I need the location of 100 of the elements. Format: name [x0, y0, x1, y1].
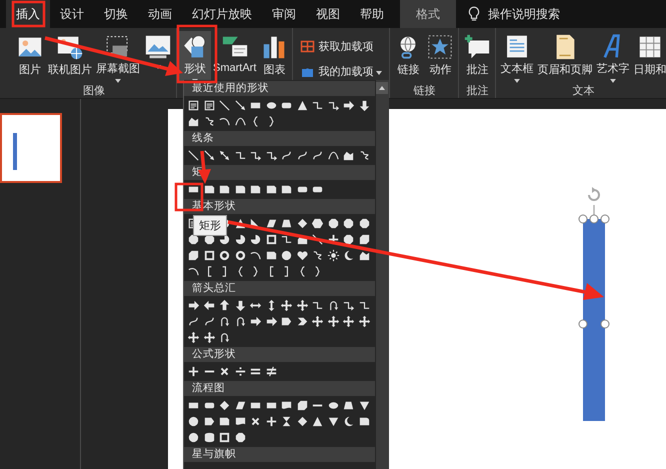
scribble-icon[interactable] [311, 248, 324, 262]
circle-icon[interactable] [187, 414, 200, 428]
wordart-button[interactable]: 艺术字 [594, 31, 632, 83]
triangle-icon[interactable] [311, 414, 324, 428]
plus-icon[interactable] [187, 364, 200, 378]
search-button[interactable]: 操作说明搜索 [480, 0, 568, 28]
ribbon-tab[interactable]: 动画 [138, 0, 182, 28]
circle-icon[interactable] [187, 430, 200, 444]
ribbon-tab[interactable]: 幻灯片放映 [182, 0, 262, 28]
arrow-line-icon[interactable] [234, 98, 246, 112]
octagon-icon[interactable] [187, 232, 200, 246]
arrow-line-icon[interactable] [218, 148, 231, 162]
comment-button[interactable]: 批注 [461, 31, 494, 83]
plus-icon[interactable] [264, 414, 278, 428]
cube-icon[interactable] [296, 398, 308, 412]
cube-icon[interactable] [187, 248, 200, 262]
slide-thumbnail[interactable] [0, 113, 62, 183]
arrow-icon[interactable] [311, 314, 324, 328]
cylinder-icon[interactable] [202, 430, 216, 444]
cube-icon[interactable] [358, 232, 370, 246]
ribbon-tab[interactable]: 切换 [94, 0, 138, 28]
arrow-icon[interactable] [218, 298, 231, 312]
octagon-icon[interactable] [342, 232, 355, 246]
group-label: 链接 [413, 85, 436, 97]
date-time-button[interactable]: 日期和 [631, 31, 666, 83]
hexagon-icon[interactable] [311, 216, 324, 230]
arrow-icon[interactable] [296, 298, 308, 312]
arrow-icon[interactable] [358, 98, 370, 112]
link-button[interactable]: 链接 [392, 31, 424, 83]
moon-icon[interactable] [342, 414, 355, 428]
frame-icon[interactable] [202, 248, 216, 262]
arrow-line-icon[interactable] [202, 148, 216, 162]
arrow-icon[interactable] [218, 314, 231, 328]
hourglass-icon[interactable] [280, 414, 293, 428]
arrow-icon[interactable] [249, 314, 262, 328]
moon-icon[interactable] [342, 248, 355, 262]
action-button[interactable]: 动作 [424, 31, 456, 83]
diamond-icon[interactable] [296, 216, 308, 230]
section-header: 公式形状 [184, 347, 375, 362]
triangle-icon[interactable] [296, 98, 308, 112]
triangle-icon[interactable] [234, 216, 246, 230]
sun-icon[interactable] [326, 248, 340, 262]
group-label: 批注 [466, 85, 488, 97]
line-icon[interactable] [218, 98, 231, 112]
arrow-icon[interactable] [202, 330, 216, 344]
octagon-icon[interactable] [326, 216, 340, 230]
arrow-icon[interactable] [326, 314, 340, 328]
scroll-up-button[interactable] [376, 82, 388, 94]
pictures-button[interactable]: 图片 [14, 31, 46, 83]
section-header: 最近使用的形状 [184, 81, 375, 96]
frame-icon[interactable] [264, 232, 278, 246]
ring-icon[interactable] [218, 248, 231, 262]
line-icon[interactable] [311, 232, 324, 246]
diamond-icon[interactable] [296, 414, 308, 428]
highlight-box [174, 182, 204, 212]
arrow-icon[interactable] [218, 330, 231, 344]
arrow-icon[interactable] [342, 98, 355, 112]
frame-icon[interactable] [218, 430, 231, 444]
shapes-button[interactable]: 形状 [179, 31, 211, 83]
octagon-icon[interactable] [358, 216, 370, 230]
ribbon-tab[interactable]: 格式 [400, 0, 456, 28]
pie-icon[interactable] [234, 232, 246, 246]
text-box-button[interactable]: 文本框 [498, 31, 536, 83]
divide-icon[interactable] [234, 364, 246, 378]
text-box-icon[interactable] [187, 98, 200, 112]
ring-icon[interactable] [234, 248, 246, 262]
scrollbar[interactable] [376, 80, 389, 469]
section-header: 流程图 [184, 381, 375, 396]
heart-icon[interactable] [296, 248, 308, 262]
arrow-icon[interactable] [280, 298, 293, 312]
screenshot-button[interactable]: 屏幕截图 [94, 31, 142, 83]
text-box-icon[interactable] [202, 98, 216, 112]
ribbon-tab[interactable]: 帮助 [350, 0, 394, 28]
octagon-icon[interactable] [342, 216, 355, 230]
group-label: 文本 [572, 85, 594, 97]
highlight-box [12, 0, 46, 28]
arrow-icon[interactable] [202, 298, 216, 312]
section-header: 箭头总汇 [184, 281, 375, 296]
arrow-icon[interactable] [264, 314, 278, 328]
line-icon[interactable] [187, 148, 200, 162]
diamond-icon[interactable] [218, 398, 231, 412]
header-footer-button[interactable]: 页眉和页脚 [535, 31, 594, 83]
arrow-icon[interactable] [234, 298, 246, 312]
chart-button[interactable]: 图表 [258, 31, 290, 83]
online-pictures-button[interactable]: 联机图片 [46, 31, 94, 83]
ribbon-tab[interactable]: 审阅 [262, 0, 306, 28]
arrow-icon[interactable] [187, 330, 200, 344]
pie-icon[interactable] [249, 232, 262, 246]
section-header: 星与旗帜 [184, 447, 375, 462]
arrow-icon[interactable] [358, 314, 370, 328]
octagon-icon[interactable] [234, 430, 246, 444]
circle-icon[interactable] [280, 248, 293, 262]
arrow-icon[interactable] [187, 298, 200, 312]
tooltip: 矩形 [193, 215, 227, 236]
not-equal-icon[interactable] [264, 364, 278, 378]
ribbon-tab[interactable]: 视图 [306, 0, 350, 28]
my-addins-button[interactable]: 我的加载项 [298, 62, 384, 81]
ribbon-tab[interactable]: 设计 [50, 0, 94, 28]
arrow-icon[interactable] [342, 314, 355, 328]
get-addins-button[interactable]: 获取加载项 [298, 37, 384, 56]
